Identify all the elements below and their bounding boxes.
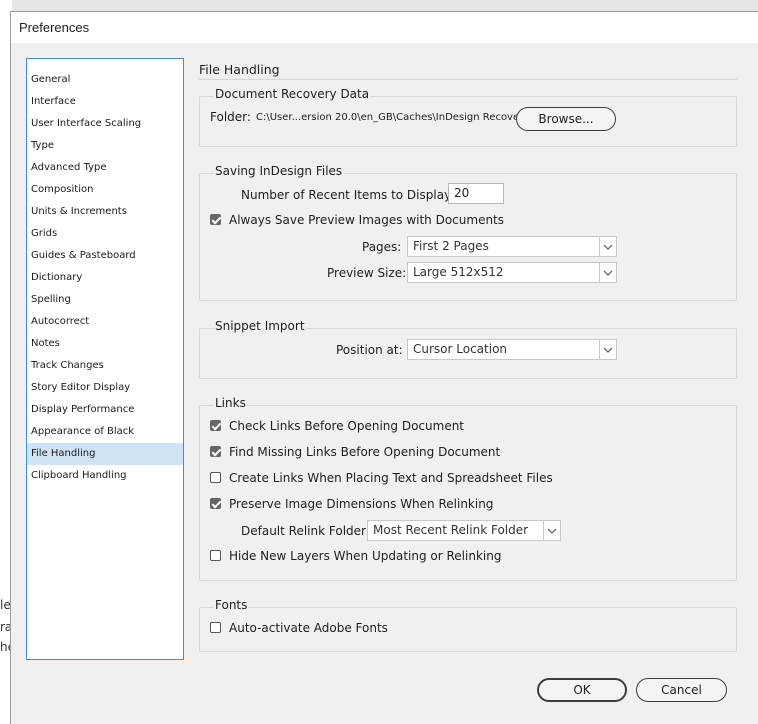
position-at-select-value: Cursor Location	[413, 342, 508, 356]
section-title: File Handling	[199, 62, 280, 77]
fonts-group: Fonts Auto-activate Adobe Fonts	[199, 598, 737, 652]
check-links-label: Check Links Before Opening Document	[229, 419, 465, 433]
always-save-preview-label: Always Save Preview Images with Document…	[229, 213, 505, 227]
sidebar-item-grids[interactable]: Grids	[27, 223, 183, 245]
create-links-checkbox[interactable]	[210, 472, 221, 483]
links-group-label: Links	[214, 396, 247, 410]
recovery-group-label: Document Recovery Data	[214, 87, 371, 101]
relink-folder-select[interactable]: Most Recent Relink Folder	[367, 520, 561, 541]
links-group: Links Check Links Before Opening Documen…	[199, 396, 737, 581]
preserve-dimensions-checkbox[interactable]	[210, 498, 221, 509]
chevron-down-icon	[599, 340, 616, 359]
relink-folder-select-value: Most Recent Relink Folder	[373, 523, 529, 537]
folder-label: Folder:	[210, 110, 251, 124]
window-title: Preferences	[11, 12, 758, 43]
recent-items-label: Number of Recent Items to Display:	[241, 188, 455, 202]
recent-items-input[interactable]: 20	[448, 183, 504, 204]
sidebar-item-interface[interactable]: Interface	[27, 91, 183, 113]
sidebar-item-track-changes[interactable]: Track Changes	[27, 355, 183, 377]
position-at-label: Position at:	[336, 343, 403, 357]
position-at-select[interactable]: Cursor Location	[407, 339, 617, 360]
recovery-group: Document Recovery Data Folder: C:\User..…	[199, 87, 737, 147]
preserve-dimensions-label: Preserve Image Dimensions When Relinking	[229, 497, 494, 511]
preview-size-label: Preview Size:	[327, 266, 407, 280]
preferences-dialog: Preferences General Interface User Interfa…	[10, 11, 758, 724]
folder-path: C:\User...ersion 20.0\en_GB\Caches\InDes…	[256, 112, 530, 123]
sidebar-item-display-performance[interactable]: Display Performance	[27, 399, 183, 421]
pages-select[interactable]: First 2 Pages	[407, 236, 617, 257]
find-missing-links-checkbox[interactable]	[210, 446, 221, 457]
preview-size-select-value: Large 512x512	[413, 265, 504, 279]
pages-label: Pages:	[362, 240, 402, 254]
snippet-group-label: Snippet Import	[214, 319, 306, 333]
auto-activate-fonts-checkbox[interactable]	[210, 622, 221, 633]
cancel-button[interactable]: Cancel	[636, 678, 727, 702]
sidebar-item-notes[interactable]: Notes	[27, 333, 183, 355]
relink-folder-label: Default Relink Folder:	[241, 524, 370, 538]
chevron-down-icon	[599, 237, 616, 256]
saving-group-label: Saving InDesign Files	[214, 164, 344, 178]
sidebar-item-general[interactable]: General	[27, 69, 183, 91]
sidebar-item-composition[interactable]: Composition	[27, 179, 183, 201]
sidebar-item-clipboard-handling[interactable]: Clipboard Handling	[27, 465, 183, 487]
check-links-checkbox[interactable]	[210, 420, 221, 431]
browse-button[interactable]: Browse...	[516, 107, 616, 131]
chevron-down-icon	[543, 521, 560, 540]
preview-size-select[interactable]: Large 512x512	[407, 262, 617, 283]
sidebar-item-autocorrect[interactable]: Autocorrect	[27, 311, 183, 333]
sidebar-item-guides-and-pasteboard[interactable]: Guides & Pasteboard	[27, 245, 183, 267]
always-save-preview-checkbox[interactable]	[210, 214, 221, 225]
fonts-group-label: Fonts	[214, 598, 249, 612]
sidebar-item-appearance-of-black[interactable]: Appearance of Black	[27, 421, 183, 443]
auto-activate-fonts-label: Auto-activate Adobe Fonts	[229, 621, 388, 635]
find-missing-links-label: Find Missing Links Before Opening Docume…	[229, 445, 501, 459]
create-links-label: Create Links When Placing Text and Sprea…	[229, 471, 553, 485]
section-divider	[199, 79, 737, 80]
sidebar-item-spelling[interactable]: Spelling	[27, 289, 183, 311]
sidebar-item-user-interface-scaling[interactable]: User Interface Scaling	[27, 113, 183, 135]
pages-select-value: First 2 Pages	[413, 239, 489, 253]
hide-layers-label: Hide New Layers When Updating or Relinki…	[229, 549, 502, 563]
sidebar-item-file-handling[interactable]: File Handling	[27, 443, 183, 465]
sidebar-item-type[interactable]: Type	[27, 135, 183, 157]
sidebar-item-story-editor-display[interactable]: Story Editor Display	[27, 377, 183, 399]
saving-group: Saving InDesign Files Number of Recent I…	[199, 164, 737, 301]
sidebar-item-units-and-increments[interactable]: Units & Increments	[27, 201, 183, 223]
preferences-sidebar: General Interface User Interface Scaling Ty…	[26, 58, 184, 660]
sidebar-item-advanced-type[interactable]: Advanced Type	[27, 157, 183, 179]
sidebar-item-dictionary[interactable]: Dictionary	[27, 267, 183, 289]
chevron-down-icon	[599, 263, 616, 282]
hide-layers-checkbox[interactable]	[210, 550, 221, 561]
ok-button[interactable]: OK	[537, 678, 627, 702]
snippet-group: Snippet Import Position at: Cursor Locat…	[199, 319, 737, 379]
